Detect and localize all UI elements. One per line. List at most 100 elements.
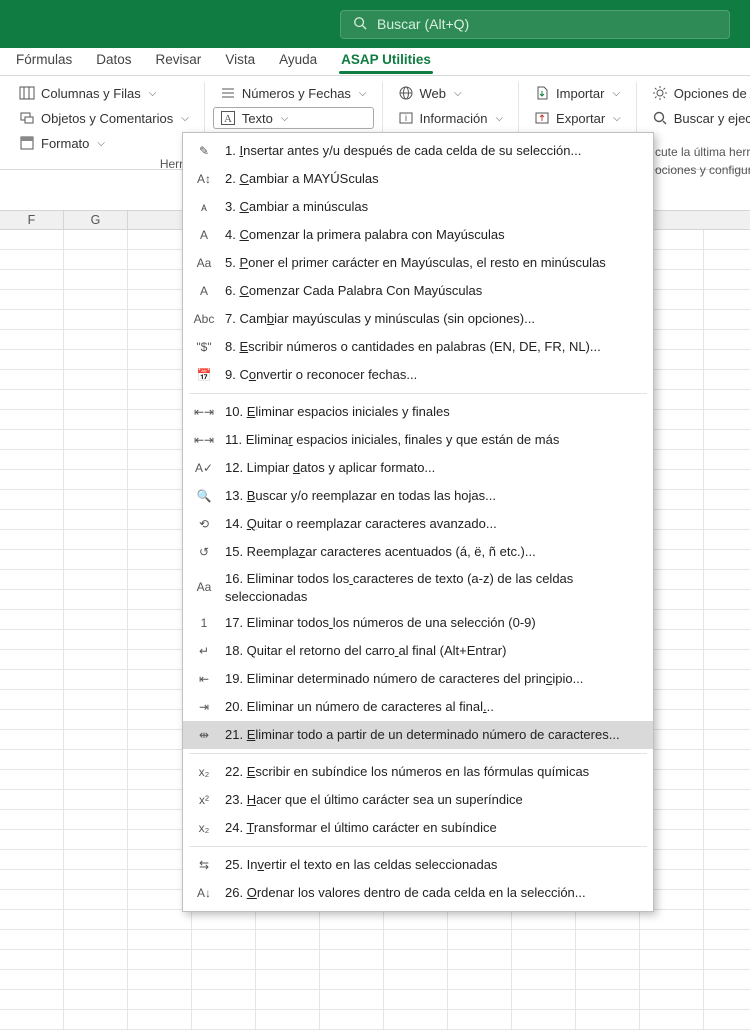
cell[interactable] xyxy=(192,930,256,950)
cell[interactable] xyxy=(256,950,320,970)
cell[interactable] xyxy=(64,890,128,910)
cell[interactable] xyxy=(0,650,64,670)
cell[interactable] xyxy=(576,990,640,1010)
cell[interactable] xyxy=(64,730,128,750)
cell[interactable] xyxy=(64,990,128,1010)
cell[interactable] xyxy=(64,910,128,930)
cell[interactable] xyxy=(320,990,384,1010)
search-box[interactable]: Buscar (Alt+Q) xyxy=(340,10,730,39)
cell[interactable] xyxy=(128,910,192,930)
cell[interactable] xyxy=(0,590,64,610)
cell[interactable] xyxy=(0,570,64,590)
cell[interactable] xyxy=(704,830,750,850)
cell[interactable] xyxy=(704,250,750,270)
cell[interactable] xyxy=(704,550,750,570)
numbers-dates-button[interactable]: Números y Fechas⌵ xyxy=(213,82,374,104)
cell[interactable] xyxy=(640,950,704,970)
cell[interactable] xyxy=(64,670,128,690)
cell[interactable] xyxy=(0,890,64,910)
cell[interactable] xyxy=(704,350,750,370)
cell[interactable] xyxy=(704,570,750,590)
cell[interactable] xyxy=(384,1010,448,1030)
cell[interactable] xyxy=(0,770,64,790)
objects-comments-button[interactable]: Objetos y Comentarios⌵ xyxy=(12,107,196,129)
menu-item-15[interactable]: ↺15. Reemplazar caracteres acentuados (á… xyxy=(183,538,653,566)
cell[interactable] xyxy=(704,990,750,1010)
menu-item-18[interactable]: ↵18. Quitar el retorno del carro al fina… xyxy=(183,637,653,665)
cell[interactable] xyxy=(320,950,384,970)
cell[interactable] xyxy=(256,1010,320,1030)
cell[interactable] xyxy=(320,970,384,990)
cell[interactable] xyxy=(128,930,192,950)
cell[interactable] xyxy=(64,370,128,390)
cell[interactable] xyxy=(704,430,750,450)
cell[interactable] xyxy=(128,970,192,990)
menu-item-4[interactable]: A4. Comenzar la primera palabra con Mayú… xyxy=(183,221,653,249)
cell[interactable] xyxy=(64,790,128,810)
cell[interactable] xyxy=(704,590,750,610)
cell[interactable] xyxy=(128,1010,192,1030)
cell[interactable] xyxy=(320,930,384,950)
menu-item-2[interactable]: A↕2. Cambiar a MAYÚSculas xyxy=(183,165,653,193)
cell[interactable] xyxy=(64,410,128,430)
cell[interactable] xyxy=(576,1010,640,1030)
cell[interactable] xyxy=(640,910,704,930)
cell[interactable] xyxy=(0,630,64,650)
cell[interactable] xyxy=(704,950,750,970)
cell[interactable] xyxy=(0,510,64,530)
menu-item-25[interactable]: ⇆25. Invertir el texto en las celdas sel… xyxy=(183,851,653,879)
cell[interactable] xyxy=(704,1010,750,1030)
cell[interactable] xyxy=(0,470,64,490)
menu-item-14[interactable]: ⟲14. Quitar o reemplazar caracteres avan… xyxy=(183,510,653,538)
tab-asap-utilities[interactable]: ASAP Utilities xyxy=(329,48,443,75)
cell[interactable] xyxy=(704,530,750,550)
cell[interactable] xyxy=(64,330,128,350)
menu-item-1[interactable]: ✎1. Insertar antes y/u después de cada c… xyxy=(183,137,653,165)
text-button[interactable]: A Texto⌵ xyxy=(213,107,374,129)
cell[interactable] xyxy=(704,710,750,730)
cell[interactable] xyxy=(0,710,64,730)
cell[interactable] xyxy=(0,750,64,770)
cell[interactable] xyxy=(192,970,256,990)
cell[interactable] xyxy=(704,810,750,830)
cell[interactable] xyxy=(384,950,448,970)
cell[interactable] xyxy=(320,910,384,930)
cell[interactable] xyxy=(64,830,128,850)
cell[interactable] xyxy=(448,1010,512,1030)
cell[interactable] xyxy=(64,570,128,590)
cell[interactable] xyxy=(0,1010,64,1030)
cell[interactable] xyxy=(512,930,576,950)
cell[interactable] xyxy=(64,770,128,790)
cell[interactable] xyxy=(64,470,128,490)
cell[interactable] xyxy=(704,910,750,930)
cell[interactable] xyxy=(64,610,128,630)
cell[interactable] xyxy=(512,950,576,970)
cell[interactable] xyxy=(64,870,128,890)
cell[interactable] xyxy=(384,970,448,990)
cell[interactable] xyxy=(0,250,64,270)
tab-ayuda[interactable]: Ayuda xyxy=(267,48,329,75)
cell[interactable] xyxy=(704,450,750,470)
cell[interactable] xyxy=(128,950,192,970)
cell[interactable] xyxy=(640,930,704,950)
cell[interactable] xyxy=(64,430,128,450)
cell[interactable] xyxy=(64,950,128,970)
cell[interactable] xyxy=(192,950,256,970)
cell[interactable] xyxy=(0,950,64,970)
cell[interactable] xyxy=(704,230,750,250)
cell[interactable] xyxy=(0,330,64,350)
import-button[interactable]: Importar⌵ xyxy=(527,82,628,104)
cell[interactable] xyxy=(128,990,192,1010)
cell[interactable] xyxy=(64,850,128,870)
info-button[interactable]: i Información⌵ xyxy=(391,107,511,129)
cell[interactable] xyxy=(704,790,750,810)
cell[interactable] xyxy=(64,550,128,570)
cell[interactable] xyxy=(704,870,750,890)
cell[interactable] xyxy=(0,270,64,290)
cell[interactable] xyxy=(704,270,750,290)
cell[interactable] xyxy=(64,750,128,770)
menu-item-8[interactable]: "$"8. Escribir números o cantidades en p… xyxy=(183,333,653,361)
cell[interactable] xyxy=(64,970,128,990)
cell[interactable] xyxy=(64,230,128,250)
cell[interactable] xyxy=(704,290,750,310)
